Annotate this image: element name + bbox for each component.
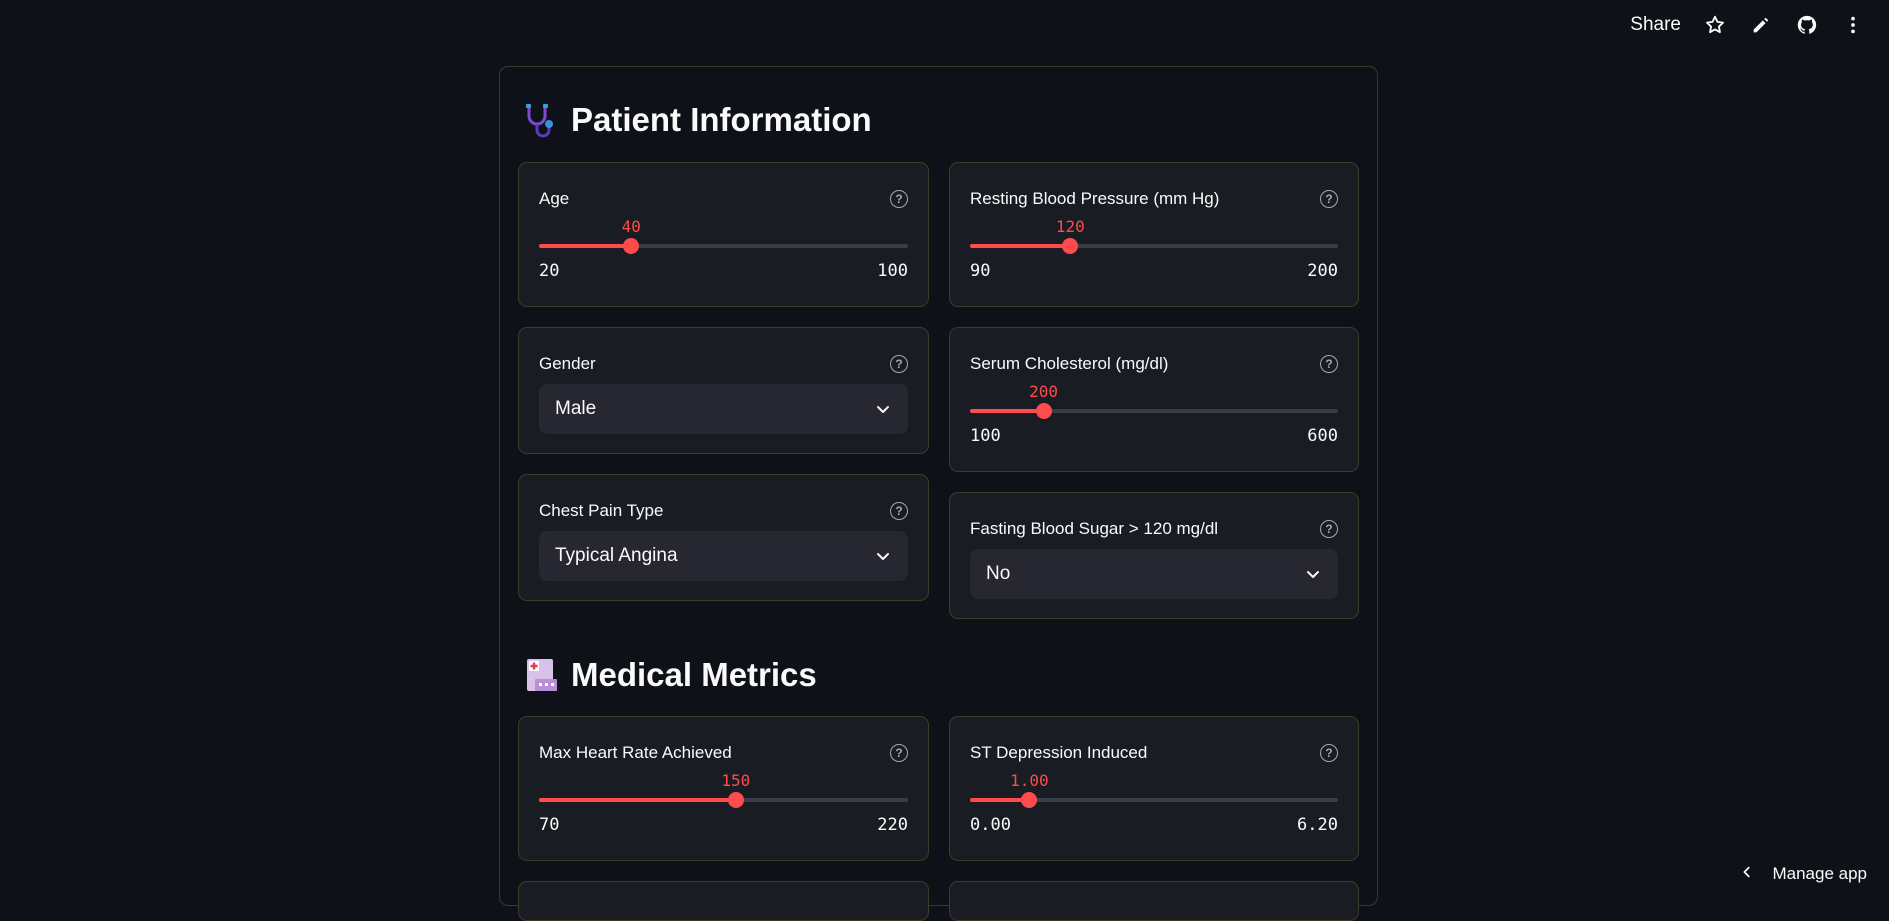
slider-fill: [970, 409, 1044, 413]
field-label: Resting Blood Pressure (mm Hg): [970, 189, 1220, 208]
slider-max: 6.20: [1297, 815, 1338, 835]
slider-min: 20: [539, 261, 560, 281]
select-value: No: [986, 563, 1011, 584]
fasting-blood-sugar-select-widget: Fasting Blood Sugar > 120 mg/dl ? No: [949, 492, 1359, 619]
slider-value: 200: [1029, 382, 1059, 401]
chevron-down-icon: [1304, 565, 1322, 583]
slider-value: 40: [621, 217, 641, 236]
help-icon[interactable]: ?: [890, 744, 908, 762]
blood-pressure-slider-widget: Resting Blood Pressure (mm Hg) ? 120 90 …: [949, 162, 1359, 307]
field-label: Chest Pain Type: [539, 501, 664, 520]
more-vertical-icon[interactable]: [1841, 13, 1865, 37]
help-icon[interactable]: ?: [890, 190, 908, 208]
field-label: ST Depression Induced: [970, 743, 1148, 762]
slider-min: 70: [539, 815, 560, 835]
blood-pressure-slider[interactable]: 120: [970, 217, 1338, 257]
slider-value: 120: [1055, 217, 1085, 236]
max-heart-rate-slider-widget: Max Heart Rate Achieved ? 150 70 220: [518, 716, 929, 861]
age-slider[interactable]: 40: [539, 217, 908, 257]
manage-app-button[interactable]: Manage app: [1740, 864, 1867, 884]
slider-fill: [539, 798, 736, 802]
slider-fill: [970, 244, 1071, 248]
field-label: Serum Cholesterol (mg/dl): [970, 354, 1169, 373]
slider-min: 100: [970, 426, 1001, 446]
slider-thumb[interactable]: [1062, 238, 1079, 254]
field-label: Age: [539, 189, 570, 208]
section-title-text: Medical Metrics: [571, 656, 817, 693]
chevron-down-icon: [874, 547, 892, 565]
slider-max: 100: [877, 261, 908, 281]
help-icon[interactable]: ?: [1320, 190, 1338, 208]
section-medical-metrics: Medical Metrics: [521, 655, 817, 695]
chest-pain-select[interactable]: Typical Angina: [539, 531, 908, 581]
slider-thumb[interactable]: [623, 238, 640, 254]
help-icon[interactable]: ?: [1320, 744, 1338, 762]
fasting-blood-sugar-select[interactable]: No: [970, 549, 1338, 599]
github-icon[interactable]: [1795, 13, 1819, 37]
slider-min: 0.00: [970, 815, 1011, 835]
next-widget-partial: [518, 881, 929, 921]
slider-fill: [539, 244, 632, 248]
field-label: Max Heart Rate Achieved: [539, 743, 732, 762]
manage-app-label: Manage app: [1772, 864, 1867, 883]
slider-value: 1.00: [1010, 771, 1049, 790]
gender-select[interactable]: Male: [539, 384, 908, 434]
slider-value: 150: [721, 771, 751, 790]
section-patient-information: Patient Information: [521, 100, 872, 140]
hospital-icon: [521, 655, 561, 695]
field-label: Gender: [539, 354, 596, 373]
chevron-down-icon: [874, 400, 892, 418]
stethoscope-icon: [521, 100, 561, 140]
gender-select-widget: Gender ? Male: [518, 327, 929, 454]
st-depression-slider-widget: ST Depression Induced ? 1.00 0.00 6.20: [949, 716, 1359, 861]
age-slider-widget: Age ? 40 20 100: [518, 162, 929, 307]
st-depression-slider[interactable]: 1.00: [970, 771, 1338, 811]
star-icon[interactable]: [1703, 13, 1727, 37]
section-title-text: Patient Information: [571, 101, 872, 138]
help-icon[interactable]: ?: [1320, 355, 1338, 373]
max-heart-rate-slider[interactable]: 150: [539, 771, 908, 811]
slider-thumb[interactable]: [1021, 792, 1038, 808]
select-value: Male: [555, 398, 597, 419]
chevron-left-icon: [1740, 864, 1754, 884]
help-icon[interactable]: ?: [890, 355, 908, 373]
next-widget-partial: [949, 881, 1359, 921]
help-icon[interactable]: ?: [1320, 520, 1338, 538]
top-toolbar: Share: [1630, 0, 1889, 50]
slider-thumb[interactable]: [727, 792, 744, 808]
cholesterol-slider[interactable]: 200: [970, 382, 1338, 422]
edit-pencil-icon[interactable]: [1749, 13, 1773, 37]
chest-pain-select-widget: Chest Pain Type ? Typical Angina: [518, 474, 929, 601]
field-label: Fasting Blood Sugar > 120 mg/dl: [970, 519, 1219, 538]
help-icon[interactable]: ?: [890, 502, 908, 520]
slider-min: 90: [970, 261, 991, 281]
slider-max: 200: [1307, 261, 1338, 281]
cholesterol-slider-widget: Serum Cholesterol (mg/dl) ? 200 100 600: [949, 327, 1359, 472]
select-value: Typical Angina: [555, 545, 678, 566]
slider-max: 220: [877, 815, 908, 835]
slider-max: 600: [1307, 426, 1338, 446]
share-button[interactable]: Share: [1630, 14, 1681, 36]
slider-thumb[interactable]: [1035, 403, 1052, 419]
